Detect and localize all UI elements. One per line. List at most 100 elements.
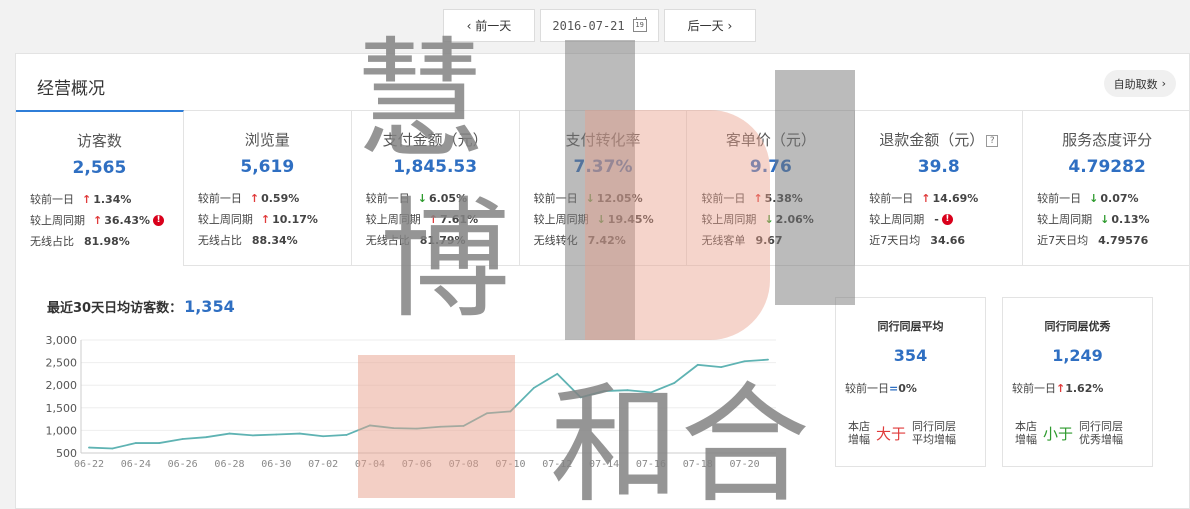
app-stage: ‹ 前一天 2016-07-21 19 后一天 › 经营概况 自助取数 › 访客… — [0, 0, 1190, 509]
metric-row: 较前一日 ↓ 0.07% — [1037, 191, 1139, 206]
metric-row: 较上周同期 -! — [869, 211, 953, 227]
x-tick-label: 06-24 — [121, 459, 151, 470]
metric-title: 服务态度评分 — [1062, 131, 1153, 149]
peer-excellent-compare: 本店 增幅 小于 同行同层 优秀增幅 — [1015, 420, 1124, 446]
peer-excellent-change: 较前一日↑1.62% — [1012, 382, 1104, 395]
metric-row: 较上周同期 ↑ 10.17% — [197, 212, 318, 227]
data-point — [509, 410, 512, 413]
metric-value: 2,565 — [72, 158, 127, 178]
y-tick-label: 2,500 — [46, 357, 78, 370]
metric-card[interactable]: 支付金额（元） 1,845.53 较前一日 ↓ 6.05% 较上周同期 ↑ 7.61% 无线占比… — [351, 111, 520, 266]
data-point — [486, 412, 488, 415]
chevron-right-icon: › — [723, 18, 733, 33]
metric-card[interactable]: 访客数 2,565 较前一日 ↑ 1.34% 较上周同期 ↑ 36.43%! 无线占比 81.98… — [16, 110, 184, 266]
date-navigation: ‹ 前一天 2016-07-21 19 后一天 › — [443, 9, 756, 42]
date-value: 2016-07-21 — [552, 18, 625, 33]
x-tick-label: 06-30 — [261, 459, 291, 470]
data-point — [720, 366, 723, 369]
warning-icon[interactable]: ! — [941, 213, 953, 225]
warning-icon[interactable]: ! — [153, 214, 165, 226]
metric-value: 1,845.53 — [393, 157, 478, 177]
metric-row: 较前一日 ↓ 12.05% — [533, 191, 643, 206]
chevron-left-icon: ‹ — [466, 18, 476, 33]
arrow-up-icon: ↑ — [93, 213, 103, 227]
metric-title: 客单价（元） — [725, 131, 816, 149]
data-point — [134, 442, 137, 444]
x-tick-label: 07-16 — [636, 459, 666, 470]
x-tick-label: 07-08 — [449, 459, 479, 470]
arrow-up-icon: ↑ — [921, 191, 931, 205]
metric-title: 退款金额（元）? — [855, 129, 1022, 150]
avg-visitors-label: 最近30天日均访客数： 1,354 — [47, 297, 235, 316]
panel-title: 经营概况 — [37, 79, 105, 99]
data-point — [462, 424, 465, 427]
metric-row: 无线占比 81.98% — [30, 234, 130, 249]
metric-row: 较上周同期 ↑ 36.43%! — [30, 212, 165, 228]
metric-row: 较上周同期 ↓ 0.13% — [1037, 212, 1150, 227]
x-tick-label: 07-14 — [589, 459, 619, 470]
metric-row: 无线占比 88.34% — [197, 233, 298, 248]
metric-card[interactable]: 服务态度评分 4.79282 较前一日 ↓ 0.07% 较上周同期 ↓ 0.13% 近7天日均 4… — [1023, 111, 1190, 266]
metric-card[interactable]: 客单价（元） 9.76 较前一日 ↑ 5.38% 较上周同期 ↓ 2.06% 无线客单 9.67 — [687, 111, 856, 266]
arrow-down-icon: ↓ — [1100, 212, 1110, 226]
metric-row: 无线占比 81.79% — [365, 233, 466, 248]
data-point — [556, 373, 559, 375]
metric-row: 较上周同期 ↓ 2.06% — [701, 212, 814, 227]
metric-row: 近7天日均 34.66 — [869, 233, 966, 248]
x-tick-label: 06-26 — [168, 459, 198, 470]
metric-title: 支付金额（元） — [382, 131, 488, 149]
prev-day-button[interactable]: ‹ 前一天 — [443, 9, 535, 42]
metric-card[interactable]: 浏览量 5,619 较前一日 ↑ 0.59% 较上周同期 ↑ 10.17% 无线占比 88.34% — [183, 111, 352, 266]
prev-day-label: 前一天 — [475, 19, 512, 33]
data-point — [228, 432, 231, 435]
metric-title: 访客数 — [76, 132, 122, 150]
metric-value: 7.37% — [573, 157, 633, 177]
peer-excellent-value: 1,249 — [1052, 346, 1103, 365]
data-point — [603, 390, 606, 392]
peer-average-value: 354 — [893, 346, 928, 365]
arrow-down-icon: ↓ — [417, 191, 427, 205]
visitors-line-chart: 5001,0001,5002,0002,5003,00006-22 06-24 06… — [46, 334, 776, 470]
data-point — [322, 435, 325, 438]
greater-than-label: 大于 — [876, 424, 907, 443]
x-tick-label: 07-04 — [355, 459, 385, 470]
data-point — [298, 432, 301, 435]
metric-value: 9.76 — [749, 157, 792, 177]
peer-excellent-card: 同行同层优秀 1,249 较前一日↑1.62% 本店 增幅 小于 同行同层 优秀增幅 — [1002, 297, 1153, 467]
y-tick-label: 1,000 — [46, 424, 78, 437]
metric-title: 支付转化率 — [565, 131, 641, 149]
business-overview-panel: 经营概况 自助取数 › 访客数 2,565 较前一日 ↑ 1.34% 较上周同期 ↑ 36.4… — [15, 53, 1190, 509]
x-tick-label: 07-06 — [402, 459, 432, 470]
chevron-right-icon: › — [1161, 77, 1166, 90]
data-point — [345, 434, 348, 436]
self-fetch-button[interactable]: 自助取数 › — [1103, 70, 1176, 97]
metric-row: 无线转化 7.42% — [533, 233, 626, 248]
data-point — [251, 434, 254, 437]
peer-average-title: 同行同层平均 — [877, 320, 944, 333]
data-point — [743, 360, 746, 363]
arrow-down-icon: ↓ — [1089, 191, 1099, 205]
metric-row: 较上周同期 ↑ 7.61% — [365, 212, 479, 227]
x-tick-label: 06-22 — [74, 459, 104, 470]
data-point — [626, 389, 629, 392]
help-icon[interactable]: ? — [986, 135, 999, 147]
data-point — [205, 436, 207, 439]
next-day-button[interactable]: 后一天 › — [664, 9, 756, 42]
arrow-down-icon: ↓ — [585, 191, 595, 205]
metric-row: 无线客单 9.67 — [701, 233, 783, 248]
data-point — [275, 433, 278, 436]
date-picker[interactable]: 2016-07-21 19 — [540, 9, 659, 42]
data-point — [673, 382, 676, 384]
data-point — [111, 447, 114, 450]
x-tick-label: 07-12 — [542, 459, 572, 470]
metric-row: 较前一日 ↑ 5.38% — [701, 191, 803, 206]
arrow-up-icon: ↑ — [753, 191, 763, 205]
peer-excellent-title: 同行同层优秀 — [1044, 320, 1111, 333]
x-tick-label: 07-10 — [495, 459, 525, 470]
arrow-up-icon: ↑ — [82, 192, 92, 206]
data-point — [532, 387, 535, 389]
metric-card[interactable]: 支付转化率 7.37% 较前一日 ↓ 12.05% 较上周同期 ↓ 19.45% 无线转化 7.4… — [519, 111, 688, 266]
data-point — [181, 438, 184, 440]
metric-card[interactable]: 退款金额（元）? 39.8 较前一日 ↑ 14.69% 较上周同期 -! 近7天日均 34.66 — [855, 111, 1024, 266]
data-point — [158, 442, 161, 444]
